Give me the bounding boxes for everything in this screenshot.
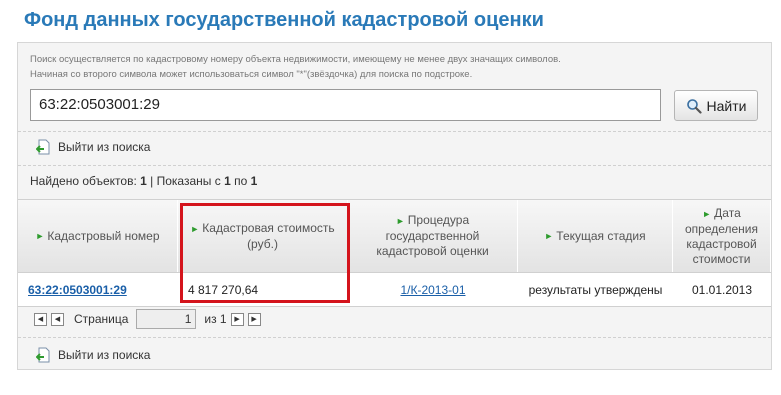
cadastral-number-link[interactable]: 63:22:0503001:29 [28,283,127,297]
prev-page-icon[interactable]: ◀ [51,312,64,326]
search-hint: Поиск осуществляется по кадастровому ном… [30,52,750,82]
results-table: ► Кадастровый номер ► Кадастровая стоимост… [18,199,771,307]
cell-date: 01.01.2013 [691,282,753,297]
exit-search-label: Выйти из поиска [58,140,151,154]
hint-line-1: Поиск осуществляется по кадастровому ном… [30,54,561,65]
sort-arrow-icon: ► [702,208,712,219]
cell-procedure[interactable]: 1/К-2013-01 [348,273,518,306]
next-page-icon[interactable]: ▶ [230,312,244,326]
search-input[interactable]: 63:22:0503001:29 [30,89,661,121]
procedure-link[interactable]: 1/К-2013-01 [400,283,465,297]
find-button[interactable]: Найти [674,90,758,121]
find-button-label: Найти [706,97,747,114]
divider [18,131,771,132]
header-stage[interactable]: ► Текущая стадия [518,200,673,272]
found-summary: Найдено объектов: 1 | Показаны с 1 по 1 [30,174,258,188]
divider [18,337,771,338]
page-number-input[interactable]: 1 [136,309,197,329]
highlight-box [180,203,350,303]
divider [18,165,771,166]
table-header: ► Кадастровый номер ► Кадастровая стоимост… [18,199,771,273]
page-total: из 1 [204,312,227,326]
cell-stage: результаты утверждены [528,282,663,297]
table-row: 63:22:0503001:29 4 817 270,64 1/К-2013-0… [18,273,771,307]
sort-arrow-icon: ► [395,216,405,226]
header-procedure[interactable]: ► Процедура государственной кадастровой о… [348,200,518,272]
page-title: Фонд данных государственной кадастровой … [24,9,544,31]
sort-arrow-icon: ► [544,230,554,241]
first-page-icon[interactable]: ◀ [34,312,47,326]
pagination: ◀ ◀ Страница 1 из 1 ▶ ▶ [34,309,261,329]
sort-arrow-icon: ► [35,230,45,241]
last-page-icon[interactable]: ▶ [247,312,261,326]
hint-line-2: Начиная со второго символа может использ… [30,69,473,80]
search-panel: Поиск осуществляется по кадастровому ном… [17,42,772,370]
cell-cadastral-number[interactable]: 63:22:0503001:29 [18,273,178,306]
exit-page-icon [36,139,50,155]
found-count: 1 [140,174,147,188]
exit-search-label: Выйти из поиска [58,348,151,362]
header-date[interactable]: ► Дата определения кадастровой стоимости [673,200,771,272]
header-cadastral-number[interactable]: ► Кадастровый номер [18,200,178,272]
magnifier-icon [686,98,702,114]
page-label: Страница [74,312,129,326]
exit-search-link-top[interactable]: Выйти из поиска [36,139,150,155]
exit-page-icon [36,347,50,363]
exit-search-link-bottom[interactable]: Выйти из поиска [36,347,150,363]
